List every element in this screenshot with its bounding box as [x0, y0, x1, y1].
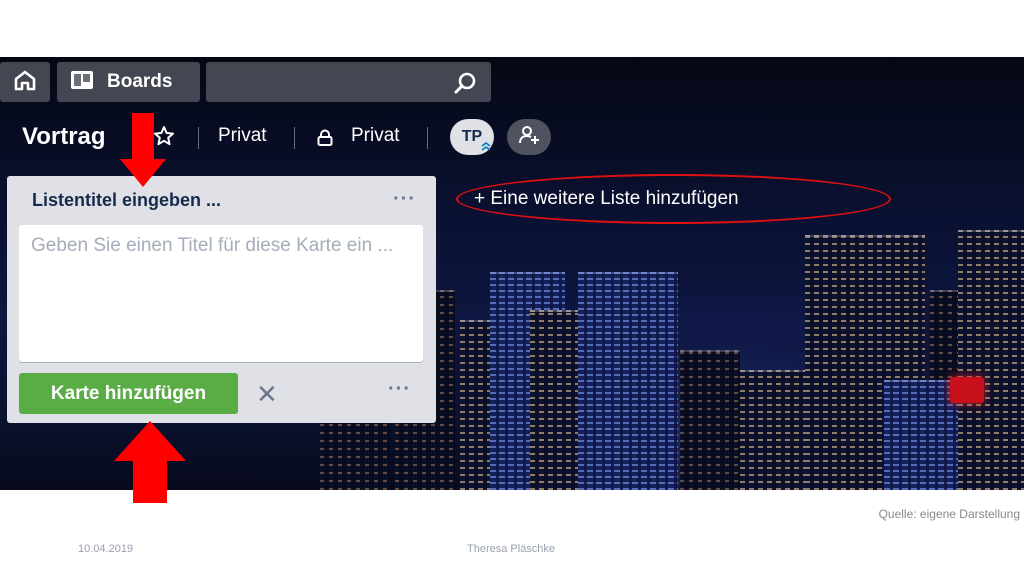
add-card-button[interactable]: Karte hinzufügen	[19, 373, 238, 414]
lock-icon	[316, 129, 334, 152]
arrow-up-icon	[114, 421, 186, 503]
building	[740, 370, 810, 490]
list-menu-icon[interactable]: ···	[393, 188, 416, 211]
divider	[427, 127, 428, 149]
list-title-input[interactable]: Listentitel eingeben ...	[32, 190, 221, 211]
invite-button[interactable]	[507, 119, 551, 155]
building	[680, 350, 740, 490]
building	[578, 272, 678, 490]
card-options-icon[interactable]: ···	[388, 378, 411, 401]
chevrons-up-icon	[480, 139, 492, 157]
highlight-ellipse	[456, 174, 891, 224]
source-caption: Quelle: eigene Darstellung	[878, 507, 1020, 521]
footer-date: 10.04.2019	[78, 543, 134, 555]
card-title-input[interactable]: Geben Sie einen Titel für diese Karte ei…	[19, 225, 423, 362]
slide: Boards Vortrag Privat Privat TP Listenti…	[0, 0, 1024, 576]
search-input[interactable]	[206, 62, 491, 102]
boards-button[interactable]: Boards	[57, 62, 200, 102]
team-visibility-button[interactable]: Privat	[218, 125, 267, 147]
building	[958, 230, 1024, 490]
close-icon[interactable]: ✕	[256, 379, 278, 410]
board-title[interactable]: Vortrag	[22, 123, 106, 151]
add-member-icon	[518, 125, 540, 150]
divider	[294, 127, 295, 149]
boards-label: Boards	[107, 71, 173, 92]
home-button[interactable]	[0, 62, 50, 102]
avatar[interactable]: TP	[450, 119, 494, 155]
red-sign	[950, 377, 984, 403]
boards-icon	[69, 69, 95, 96]
search-icon	[453, 70, 479, 101]
home-icon	[13, 69, 37, 96]
arrow-down-icon	[120, 113, 166, 187]
header-bar: Boards	[0, 62, 1024, 102]
board-visibility-button[interactable]: Privat	[351, 125, 400, 147]
new-list-composer: Listentitel eingeben ... ··· Geben Sie e…	[7, 176, 436, 423]
footer-author: Theresa Pläschke	[467, 543, 556, 555]
divider	[198, 127, 199, 149]
